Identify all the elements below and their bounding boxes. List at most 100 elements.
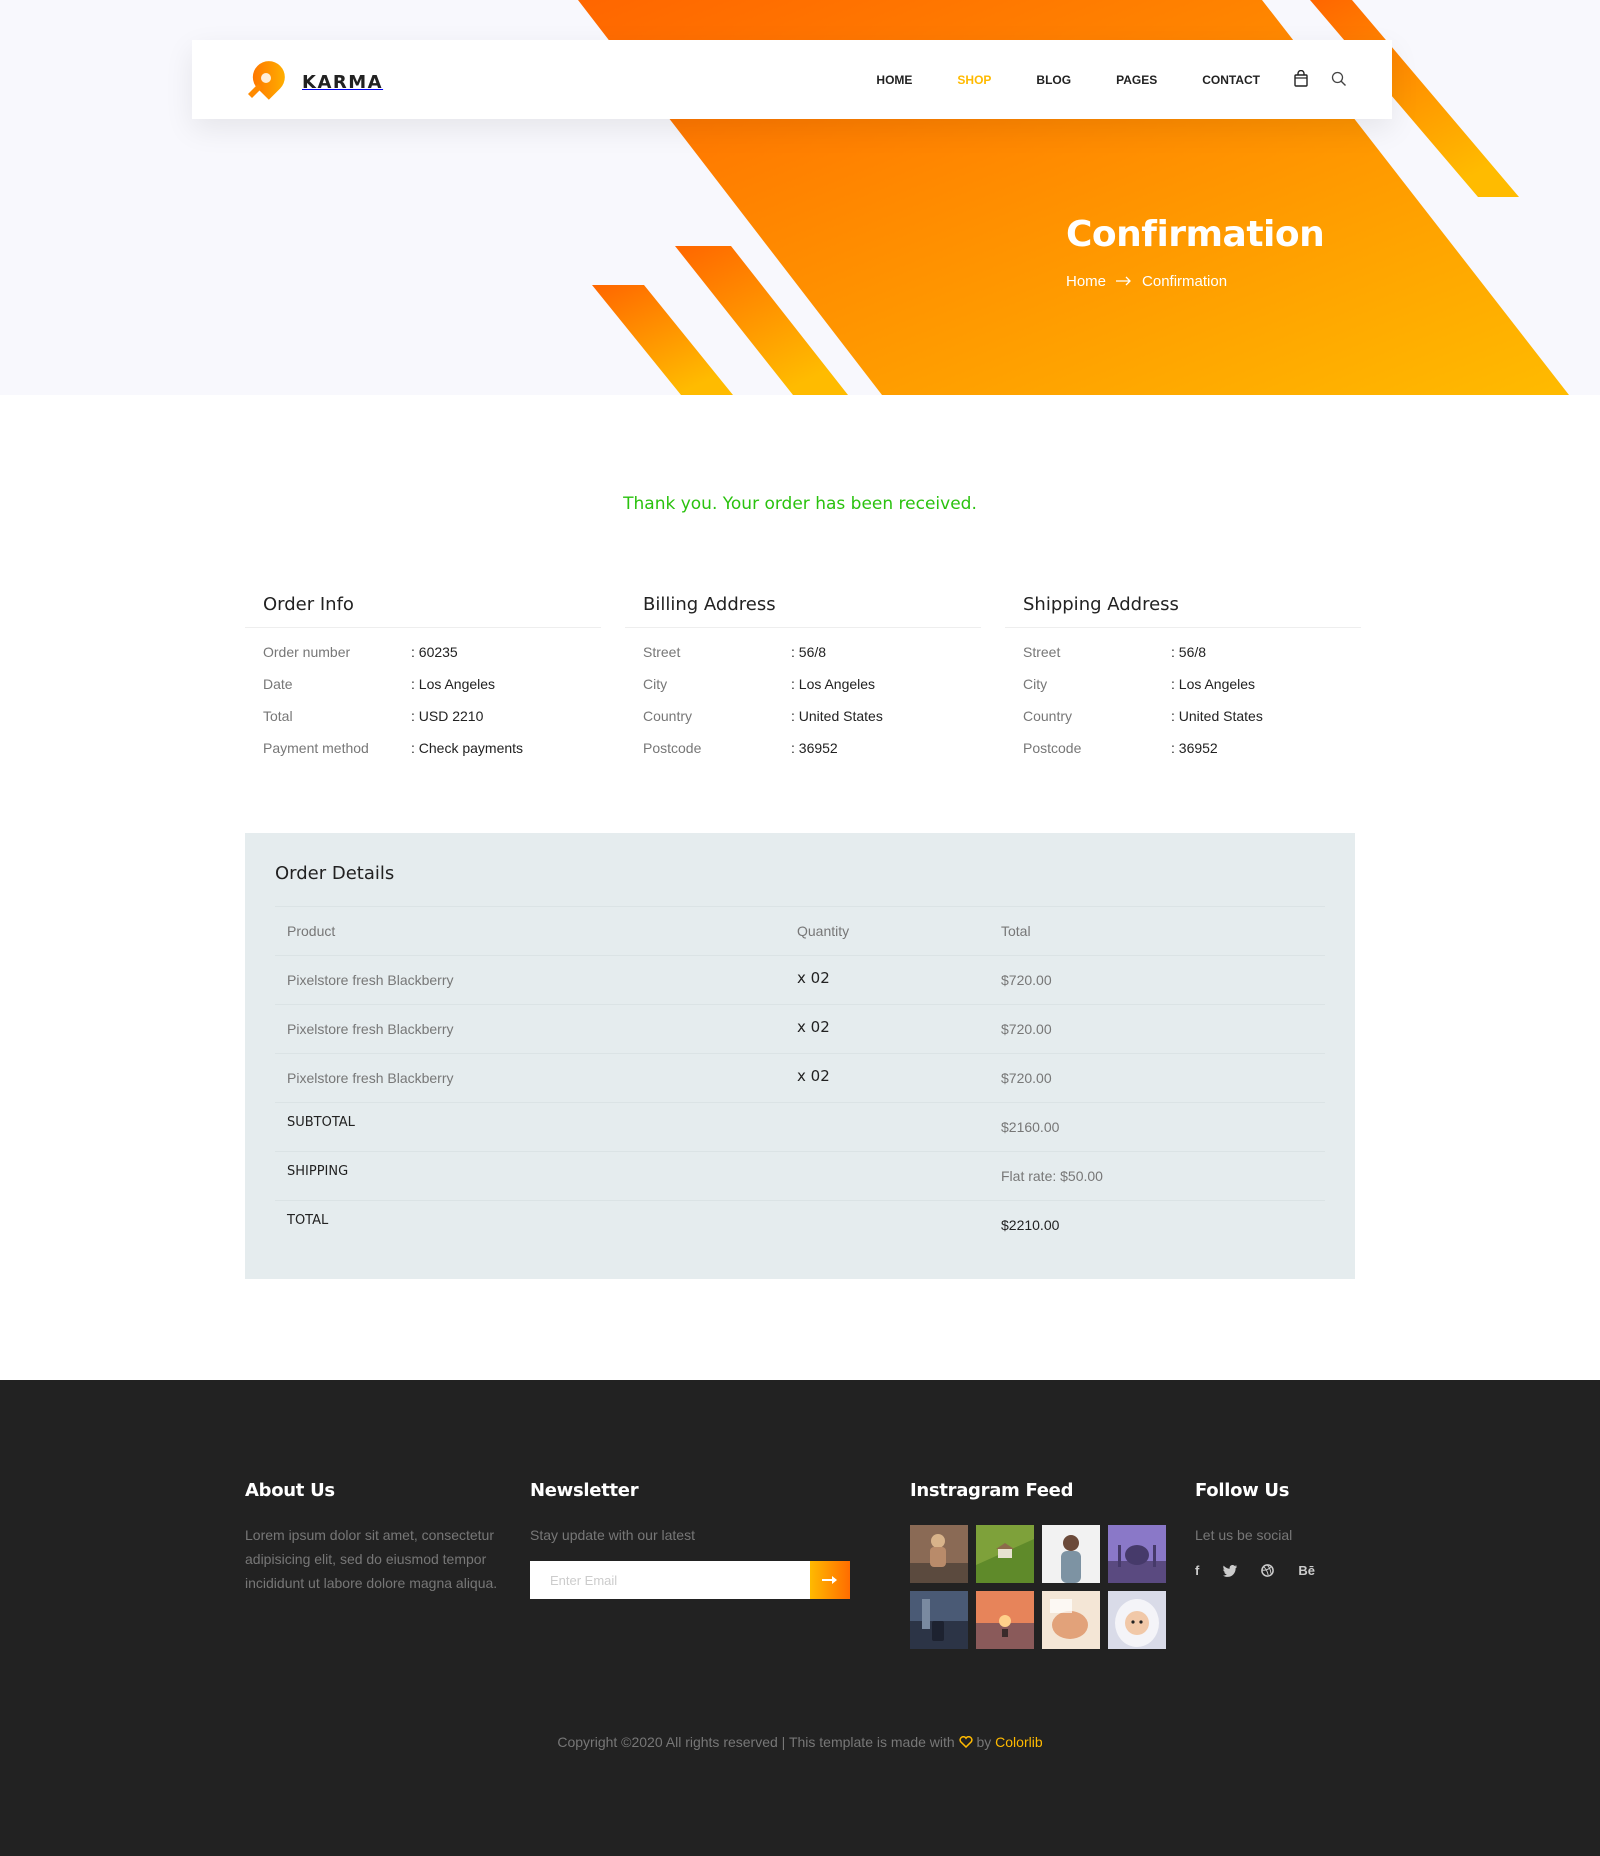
main-nav: HOME SHOP BLOG PAGES CONTACT (876, 40, 1260, 119)
order-info-title: Order Info (245, 594, 601, 628)
shipping-address-title: Shipping Address (1005, 594, 1361, 628)
instagram-photo-6[interactable] (976, 1591, 1034, 1649)
newsletter-text: Stay update with our latest (530, 1527, 695, 1543)
column-header-total: Total (1001, 923, 1031, 939)
instagram-photo-3[interactable] (1042, 1525, 1100, 1583)
footer-follow: Follow Us Let us be social f Bē (1195, 1480, 1395, 1578)
info-value: : USD 2210 (411, 708, 484, 724)
table-row: Pixelstore fresh Blackberry x 02 $720.00 (275, 1004, 1325, 1053)
copyright: Copyright ©2020 All rights reserved | Th… (0, 1734, 1600, 1750)
info-value: : 56/8 (1171, 644, 1207, 660)
total-value: $2210.00 (1001, 1217, 1060, 1233)
info-value: : 56/8 (791, 644, 827, 660)
order-received-message: Thank you. Your order has been received. (623, 494, 977, 514)
column-header-quantity: Quantity (797, 923, 850, 939)
facebook-icon[interactable]: f (1195, 1563, 1199, 1578)
nav-blog-link[interactable]: BLOG (1036, 73, 1071, 87)
info-row: Country: United States (643, 700, 981, 732)
nav-contact-link[interactable]: CONTACT (1202, 73, 1260, 87)
nav-shop-link[interactable]: SHOP (957, 73, 991, 87)
total-row: TOTAL $2210.00 (275, 1200, 1325, 1249)
info-label: City (643, 676, 668, 692)
instagram-photo-5[interactable] (910, 1591, 968, 1649)
info-label: Total (263, 708, 293, 724)
breadcrumb-current-link[interactable]: Confirmation (1142, 273, 1227, 290)
footer-newsletter: Newsletter Stay update with our latest (530, 1480, 860, 1599)
order-info-table: Order number : 60235 Date : Los Angeles To… (245, 636, 601, 764)
footer-instagram: Instragram Feed (910, 1480, 1170, 1649)
instagram-photo-2[interactable] (976, 1525, 1034, 1583)
info-row: Postcode: 36952 (643, 732, 981, 764)
info-label: Postcode (1023, 740, 1082, 756)
behance-icon[interactable]: Bē (1298, 1563, 1315, 1578)
product-quantity: x 02 (797, 1067, 830, 1085)
page-title: Confirmation (1066, 214, 1325, 255)
product-quantity: x 02 (797, 969, 830, 987)
info-row: Order number : 60235 (263, 636, 601, 668)
follow-text: Let us be social (1195, 1527, 1293, 1543)
dribbble-icon[interactable] (1261, 1564, 1275, 1577)
info-label: Street (1023, 644, 1061, 660)
info-value: : 36952 (791, 740, 838, 756)
info-value: : United States (791, 708, 883, 724)
info-value: : Los Angeles (411, 676, 496, 692)
logo-icon (236, 54, 288, 111)
breadcrumb-home-link[interactable]: Home (1066, 273, 1106, 290)
instagram-photo-8[interactable] (1108, 1591, 1166, 1649)
twitter-icon[interactable] (1223, 1564, 1238, 1577)
shipping-value: Flat rate: $50.00 (1001, 1168, 1103, 1184)
search-icon[interactable] (1330, 70, 1348, 88)
product-total: $720.00 (1001, 1021, 1052, 1037)
colorlib-link[interactable]: Colorlib (995, 1734, 1042, 1750)
billing-address-section: Billing Address Street: 56/8 City: Los A… (625, 594, 981, 764)
brand-logo[interactable]: KARMA (236, 54, 383, 111)
info-label: City (1023, 676, 1048, 692)
product-total: $720.00 (1001, 972, 1052, 988)
nav-home-link[interactable]: HOME (876, 73, 912, 87)
info-value: : Check payments (411, 740, 524, 756)
info-row: City: Los Angeles (1023, 668, 1361, 700)
brand-name: KARMA (302, 72, 384, 93)
info-row: Street : 56/8 (1023, 636, 1361, 668)
order-details-table: Product Quantity Total Pixelstore fresh … (275, 906, 1325, 1249)
instagram-photo-7[interactable] (1042, 1591, 1100, 1649)
product-name: Pixelstore fresh Blackberry (287, 1070, 454, 1086)
shopping-bag-icon[interactable] (1292, 69, 1310, 88)
info-row: Country: United States (1023, 700, 1361, 732)
newsletter-form (530, 1561, 850, 1599)
instagram-title: Instragram Feed (910, 1480, 1074, 1501)
info-label: Order number (263, 644, 351, 660)
table-row: Pixelstore fresh Blackberry x 02 $720.00 (275, 1053, 1325, 1102)
footer-about: About Us Lorem ipsum dolor sit amet, con… (245, 1480, 505, 1595)
heart-icon (958, 1734, 973, 1750)
about-title: About Us (245, 1480, 335, 1501)
billing-address-table: Street: 56/8 City: Los Angeles Country: … (625, 636, 981, 764)
info-value: : 60235 (411, 644, 458, 660)
navbar: KARMA HOME SHOP BLOG PAGES CONTACT (192, 40, 1392, 119)
subtotal-row: SUBTOTAL $2160.00 (275, 1102, 1325, 1151)
info-label: Date (263, 676, 293, 692)
info-value: : Los Angeles (791, 676, 876, 692)
info-row: Postcode : 36952 (1023, 732, 1361, 764)
newsletter-email-input[interactable] (530, 1561, 810, 1599)
copyright-text: Copyright ©2020 All rights reserved | Th… (557, 1734, 955, 1750)
newsletter-title: Newsletter (530, 1480, 639, 1501)
total-label: TOTAL (287, 1213, 329, 1228)
table-row: Pixelstore fresh Blackberry x 02 $720.00 (275, 955, 1325, 1004)
info-row: Date : Los Angeles (263, 668, 601, 700)
newsletter-submit-button[interactable] (810, 1561, 850, 1599)
info-label: Country (1023, 708, 1073, 724)
info-value: : 36952 (1171, 740, 1218, 756)
social-links: f Bē (1195, 1563, 1395, 1578)
instagram-photo-1[interactable] (910, 1525, 968, 1583)
nav-pages-link[interactable]: PAGES (1116, 73, 1157, 87)
product-name: Pixelstore fresh Blackberry (287, 972, 454, 988)
billing-address-title: Billing Address (625, 594, 981, 628)
copyright-by: by (976, 1734, 992, 1750)
product-total: $720.00 (1001, 1070, 1052, 1086)
shipping-label: SHIPPING (287, 1164, 349, 1179)
instagram-photo-4[interactable] (1108, 1525, 1166, 1583)
order-details-title: Order Details (275, 863, 395, 884)
shipping-address-table: Street: 56/8 City: Los Angeles Country: … (1005, 636, 1361, 764)
arrow-right-icon (1116, 273, 1132, 290)
